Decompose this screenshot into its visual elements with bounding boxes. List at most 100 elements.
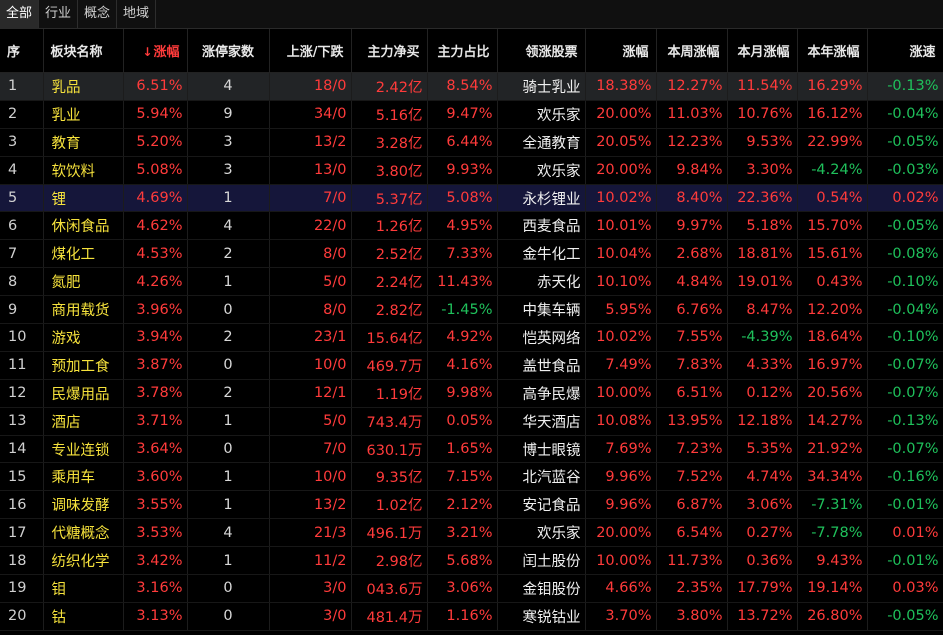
col-header-main-net-buy[interactable]: 主力净买 (351, 29, 428, 73)
table-row[interactable]: 5 锂 4.69% 1 7/0 5.37亿 5.08% 永杉锂业 10.02% 8.40% 22.3… (0, 184, 943, 213)
limit-up-count: 4 (187, 211, 270, 241)
up-down-count: 13/2 (269, 490, 352, 520)
table-row[interactable]: 12 民爆用品 3.78% 2 12/1 1.19亿 9.98% 高争民爆 10.00% 6.51… (0, 379, 943, 408)
speed: -0.08% (867, 239, 943, 269)
table-row[interactable]: 4 软饮料 5.08% 3 13/0 3.80亿 9.93% 欢乐家 20.00% 9.84% 3.… (0, 156, 943, 185)
table-row[interactable]: 18 纺织化学 3.42% 1 11/2 2.98亿 5.68% 闰土股份 10.00% 11.7… (0, 546, 943, 576)
leading-stock[interactable]: 赤天化 (497, 267, 586, 297)
leading-stock[interactable]: 中集车辆 (497, 295, 586, 325)
col-header-change-pct[interactable]: ↓涨幅 (123, 29, 188, 73)
row-index: 12 (0, 379, 44, 408)
table-row[interactable]: 6 休闲食品 4.62% 4 22/0 1.26亿 4.95% 西麦食品 10.01% 9.97%… (0, 211, 943, 241)
week-change: 7.52% (656, 462, 728, 492)
limit-up-count: 1 (187, 407, 270, 436)
sector-name[interactable]: 纺织化学 (43, 546, 124, 576)
leading-stock[interactable]: 金牛化工 (497, 239, 586, 269)
row-index: 5 (0, 184, 44, 213)
row-index: 3 (0, 128, 44, 157)
leading-stock[interactable]: 博士眼镜 (497, 435, 586, 464)
week-change: 6.76% (656, 295, 728, 325)
leading-stock[interactable]: 华天酒店 (497, 407, 586, 436)
col-header-sector-name[interactable]: 板块名称 (43, 29, 124, 73)
speed: -0.13% (867, 72, 943, 101)
tab-industry[interactable]: 行业 (39, 0, 79, 28)
leading-stock[interactable]: 全通教育 (497, 128, 586, 157)
sector-name[interactable]: 教育 (43, 128, 124, 157)
sector-name[interactable]: 乳业 (43, 100, 124, 129)
leader-change: 20.05% (585, 128, 657, 157)
leading-stock[interactable]: 安记食品 (497, 490, 586, 520)
leading-stock[interactable]: 欢乐家 (497, 100, 586, 129)
table-row[interactable]: 20 钴 3.13% 0 3/0 481.4万 1.16% 寒锐钴业 3.70% 3.80% 13.… (0, 602, 943, 631)
table-row[interactable]: 8 氮肥 4.26% 1 5/0 2.24亿 11.43% 赤天化 10.10% 4.84% 19.… (0, 267, 943, 297)
leading-stock[interactable]: 寒锐钴业 (497, 602, 586, 631)
sector-name[interactable]: 钼 (43, 574, 124, 603)
sector-name[interactable]: 商用载货 (43, 295, 124, 325)
col-header-main-ratio[interactable]: 主力占比 (427, 29, 498, 73)
sector-name[interactable]: 酒店 (43, 407, 124, 436)
week-change: 2.35% (656, 574, 728, 603)
table-row[interactable]: 10 游戏 3.94% 2 23/1 15.64亿 4.92% 恺英网络 10.02% 7.55%… (0, 323, 943, 352)
leading-stock[interactable]: 金钼股份 (497, 574, 586, 603)
year-change: 19.14% (797, 574, 868, 603)
sector-name[interactable]: 休闲食品 (43, 211, 124, 241)
leading-stock[interactable]: 盖世食品 (497, 351, 586, 380)
tab-concept[interactable]: 概念 (78, 0, 118, 28)
limit-up-count: 1 (187, 184, 270, 213)
sector-name[interactable]: 软饮料 (43, 156, 124, 185)
table-row[interactable]: 2 乳业 5.94% 9 34/0 5.16亿 9.47% 欢乐家 20.00% 11.03% 10… (0, 100, 943, 129)
tab-all[interactable]: 全部 (0, 0, 40, 28)
leading-stock[interactable]: 欢乐家 (497, 156, 586, 185)
sector-name[interactable]: 预加工食 (43, 351, 124, 380)
table-row[interactable]: 17 代糖概念 3.53% 4 21/3 496.1万 3.21% 欢乐家 20.00% 6.54… (0, 518, 943, 548)
col-header-index[interactable]: 序 (0, 29, 44, 73)
sector-name[interactable]: 煤化工 (43, 239, 124, 269)
table-row[interactable]: 9 商用载货 3.96% 0 8/0 2.82亿 -1.45% 中集车辆 5.95% 6.76% 8… (0, 295, 943, 325)
leading-stock[interactable]: 骑士乳业 (497, 72, 586, 101)
col-header-up-down[interactable]: 上涨/下跌 (269, 29, 352, 73)
week-change: 6.51% (656, 379, 728, 408)
year-change: 12.20% (797, 295, 868, 325)
up-down-count: 13/0 (269, 156, 352, 185)
col-header-week-change[interactable]: 本周涨幅 (656, 29, 728, 73)
sector-name[interactable]: 专业连锁 (43, 435, 124, 464)
table-row[interactable]: 1 乳品 6.51% 4 18/0 2.42亿 8.54% 骑士乳业 18.38% 12.27% 1… (0, 72, 943, 101)
speed: -0.04% (867, 295, 943, 325)
table-row[interactable]: 13 酒店 3.71% 1 5/0 743.4万 0.05% 华天酒店 10.08% 13.95%… (0, 407, 943, 436)
table-row[interactable]: 19 钼 3.16% 0 3/0 043.6万 3.06% 金钼股份 4.66% 2.35% 17.… (0, 574, 943, 603)
sector-name[interactable]: 民爆用品 (43, 379, 124, 408)
sector-name[interactable]: 锂 (43, 184, 124, 213)
sector-name[interactable]: 乳品 (43, 72, 124, 101)
sector-name[interactable]: 氮肥 (43, 267, 124, 297)
col-header-month-change[interactable]: 本月涨幅 (727, 29, 798, 73)
col-header-limit-up-count[interactable]: 涨停家数 (187, 29, 270, 73)
leader-change: 7.69% (585, 435, 657, 464)
leading-stock[interactable]: 闰土股份 (497, 546, 586, 576)
month-change: 0.12% (727, 379, 798, 408)
sector-name[interactable]: 代糖概念 (43, 518, 124, 548)
table-row[interactable]: 14 专业连锁 3.64% 0 7/0 630.1万 1.65% 博士眼镜 7.69% 7.23%… (0, 435, 943, 464)
leading-stock[interactable]: 高争民爆 (497, 379, 586, 408)
table-row[interactable]: 11 预加工食 3.87% 0 10/0 469.7万 4.16% 盖世食品 7.49% 7.83… (0, 351, 943, 380)
col-header-leading-stock[interactable]: 领涨股票 (497, 29, 586, 73)
col-header-year-change[interactable]: 本年涨幅 (797, 29, 868, 73)
col-header-speed[interactable]: 涨速 (867, 29, 943, 73)
table-row[interactable]: 3 教育 5.20% 3 13/2 3.28亿 6.44% 全通教育 20.05% 12.23% 9… (0, 128, 943, 157)
table-row[interactable]: 16 调味发酵 3.55% 1 13/2 1.02亿 2.12% 安记食品 9.96% 6.87%… (0, 490, 943, 520)
sector-name[interactable]: 调味发酵 (43, 490, 124, 520)
up-down-count: 7/0 (269, 435, 352, 464)
leading-stock[interactable]: 恺英网络 (497, 323, 586, 352)
sector-name[interactable]: 游戏 (43, 323, 124, 352)
sector-name[interactable]: 钴 (43, 602, 124, 631)
speed: -0.03% (867, 156, 943, 185)
table-row[interactable]: 7 煤化工 4.53% 2 8/0 2.52亿 7.33% 金牛化工 10.04% 2.68% 18… (0, 239, 943, 269)
sector-name[interactable]: 乘用车 (43, 462, 124, 492)
tab-region[interactable]: 地域 (117, 0, 157, 28)
leading-stock[interactable]: 永杉锂业 (497, 184, 586, 213)
table-row[interactable]: 15 乘用车 3.60% 1 10/0 9.35亿 7.15% 北汽蓝谷 9.96% 7.52% 4… (0, 462, 943, 492)
leading-stock[interactable]: 欢乐家 (497, 518, 586, 548)
col-header-leader-change[interactable]: 涨幅 (585, 29, 657, 73)
leading-stock[interactable]: 西麦食品 (497, 211, 586, 241)
limit-up-count: 1 (187, 546, 270, 576)
leading-stock[interactable]: 北汽蓝谷 (497, 462, 586, 492)
